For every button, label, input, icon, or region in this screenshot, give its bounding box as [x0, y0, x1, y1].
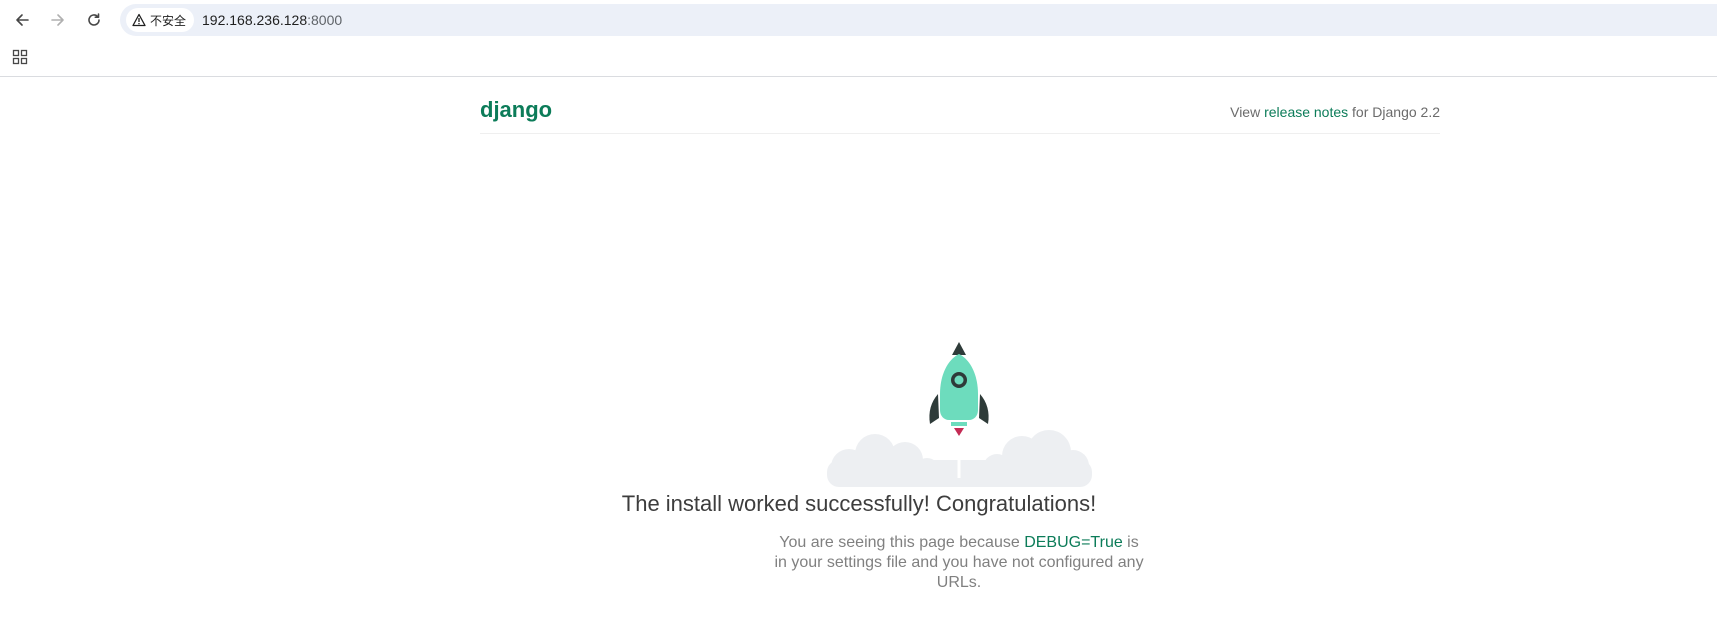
success-message-prefix: You are seeing this page because: [779, 534, 1025, 551]
release-prefix: View: [1230, 104, 1265, 120]
release-info: View release notes for Django 2.2: [1230, 104, 1440, 120]
back-button[interactable]: [8, 6, 36, 34]
url-text[interactable]: 192.168.236.128:8000: [202, 12, 342, 28]
django-header: django View release notes for Django 2.2: [480, 77, 1440, 134]
success-message: You are seeing this page because DEBUG=T…: [772, 533, 1146, 593]
url-host: 192.168.236.128: [202, 12, 308, 28]
url-port: :8000: [307, 12, 343, 28]
rocket-icon: [929, 342, 989, 436]
rocket-illustration: [827, 342, 1092, 487]
back-arrow-icon: [16, 14, 29, 26]
address-bar[interactable]: 不安全 192.168.236.128:8000: [120, 4, 1717, 36]
apps-button[interactable]: [8, 45, 32, 69]
reload-button[interactable]: [80, 6, 108, 34]
page-content: django View release notes for Django 2.2: [0, 77, 1717, 640]
debug-setting: DEBUG=True: [1024, 534, 1123, 551]
forward-button[interactable]: [44, 6, 72, 34]
release-notes-link[interactable]: release notes: [1264, 104, 1348, 120]
security-chip[interactable]: 不安全: [126, 8, 195, 32]
success-title: The install worked successfully! Congrat…: [621, 491, 1097, 516]
security-label: 不安全: [150, 13, 187, 28]
bookmarks-bar: [0, 40, 1717, 77]
warning-icon: [132, 13, 146, 27]
django-logo[interactable]: django: [480, 97, 552, 123]
reload-icon: [88, 13, 100, 26]
apps-grid-icon: [12, 49, 28, 65]
release-suffix: for Django 2.2: [1348, 104, 1440, 120]
browser-toolbar: 不安全 192.168.236.128:8000: [0, 0, 1717, 40]
forward-arrow-icon: [51, 14, 64, 26]
